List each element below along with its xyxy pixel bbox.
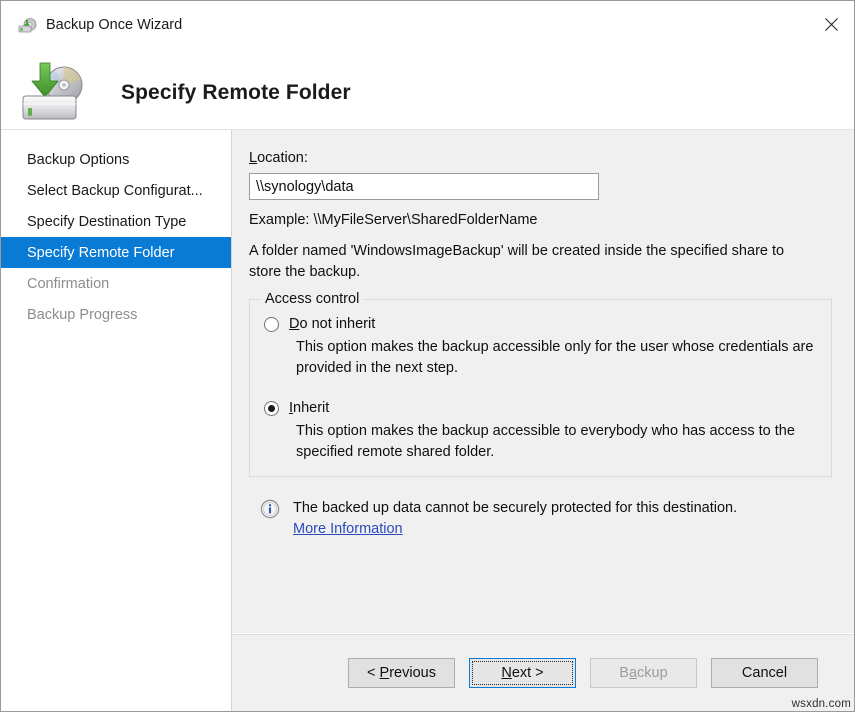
radio-inherit-text: nherit: [293, 400, 329, 416]
info-icon: [260, 499, 280, 519]
close-icon: [825, 18, 838, 31]
sidebar-item-label: Backup Progress: [27, 307, 137, 323]
radio-do-not-inherit-accelerator: D: [289, 316, 299, 332]
radio-inherit-description: This option makes the backup accessible …: [296, 421, 817, 462]
security-notice-body: The backed up data cannot be securely pr…: [293, 498, 737, 538]
sidebar-item-backup-options[interactable]: Backup Options: [1, 144, 231, 175]
backup-disc-icon: [17, 15, 37, 35]
close-button[interactable]: [808, 1, 854, 47]
backup-button-label: Backup: [619, 665, 667, 681]
title-bar: Backup Once Wizard: [1, 1, 854, 57]
body: Backup Options Select Backup Configurat.…: [1, 129, 854, 711]
security-notice: The backed up data cannot be securely pr…: [249, 498, 832, 538]
radio-do-not-inherit[interactable]: Do not inherit: [264, 316, 817, 332]
radio-do-not-inherit-text: o not inherit: [299, 316, 375, 332]
sidebar-item-label: Backup Options: [27, 152, 129, 168]
radio-do-not-inherit-label: Do not inherit: [289, 316, 375, 332]
content-inner: Location: Example: \\MyFileServer\Shared…: [232, 130, 854, 633]
content-pane: Location: Example: \\MyFileServer\Shared…: [232, 130, 854, 711]
radio-inherit[interactable]: Inherit: [264, 400, 817, 416]
radio-checked-icon: [264, 401, 279, 416]
location-label-text: ocation:: [257, 150, 308, 166]
radio-inherit-label: Inherit: [289, 400, 329, 416]
location-label: Location:: [249, 150, 832, 166]
previous-button-label: < Previous: [367, 665, 436, 681]
next-button-label: Next >: [501, 665, 543, 681]
security-notice-text: The backed up data cannot be securely pr…: [293, 498, 737, 520]
location-example-text: Example: \\MyFileServer\SharedFolderName: [249, 212, 832, 228]
cancel-button-label: Cancel: [742, 665, 787, 681]
radio-unchecked-icon: [264, 317, 279, 332]
radio-group-do-not-inherit: Do not inherit This option makes the bac…: [264, 316, 817, 378]
page-title: Specify Remote Folder: [121, 81, 351, 105]
access-control-group: Access control Do not inherit This optio…: [249, 299, 832, 477]
wizard-window: Backup Once Wizard: [0, 0, 855, 712]
window-title: Backup Once Wizard: [46, 18, 182, 33]
sidebar-item-specify-destination-type[interactable]: Specify Destination Type: [1, 206, 231, 237]
title-bar-left: Backup Once Wizard: [1, 1, 182, 35]
sidebar-item-confirmation: Confirmation: [1, 268, 231, 299]
backup-drive-disc-icon: [15, 61, 91, 125]
access-control-legend: Access control: [261, 291, 363, 307]
location-input[interactable]: [249, 173, 599, 200]
folder-description-text: A folder named 'WindowsImageBackup' will…: [249, 241, 809, 282]
previous-button[interactable]: < Previous: [348, 658, 455, 688]
sidebar-item-label: Select Backup Configurat...: [27, 183, 203, 199]
sidebar-item-backup-progress: Backup Progress: [1, 299, 231, 330]
next-button[interactable]: Next >: [469, 658, 576, 688]
sidebar-item-label: Specify Remote Folder: [27, 245, 174, 261]
radio-group-inherit: Inherit This option makes the backup acc…: [264, 400, 817, 462]
location-label-accelerator: L: [249, 150, 257, 166]
radio-do-not-inherit-description: This option makes the backup accessible …: [296, 337, 817, 378]
sidebar-item-label: Confirmation: [27, 276, 109, 292]
more-information-link[interactable]: More Information: [293, 521, 403, 537]
wizard-steps-sidebar: Backup Options Select Backup Configurat.…: [1, 130, 232, 711]
watermark: wsxdn.com: [792, 698, 851, 710]
cancel-button[interactable]: Cancel: [711, 658, 818, 688]
backup-button: Backup: [590, 658, 697, 688]
sidebar-item-label: Specify Destination Type: [27, 214, 186, 230]
wizard-header: Specify Remote Folder: [1, 57, 854, 129]
button-bar: < Previous Next > Backup Cancel: [232, 633, 854, 711]
sidebar-item-specify-remote-folder[interactable]: Specify Remote Folder: [1, 237, 231, 268]
sidebar-item-select-backup-configuration[interactable]: Select Backup Configurat...: [1, 175, 231, 206]
